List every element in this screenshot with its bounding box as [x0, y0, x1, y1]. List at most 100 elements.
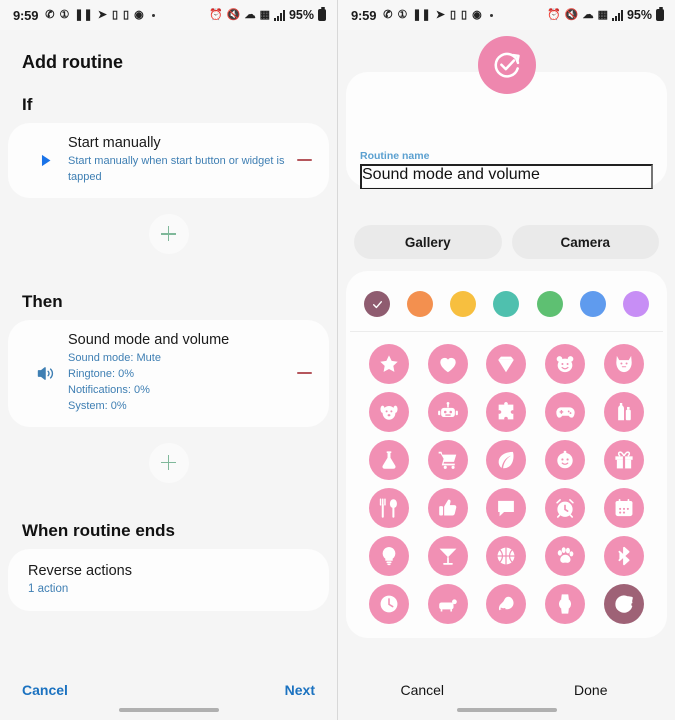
pause-icon: ❚❚ [412, 8, 431, 21]
circle-b-icon: ① [397, 8, 408, 21]
diamond-icon[interactable] [486, 344, 527, 384]
alarm-clock-icon[interactable] [545, 488, 586, 528]
then-action-title: Sound mode and volume [68, 331, 230, 348]
signal-icon [611, 9, 623, 21]
end-section-heading: When routine ends [22, 520, 175, 540]
reverse-actions-card[interactable]: Reverse actions 1 action [8, 548, 329, 612]
play-icon [22, 152, 68, 169]
battery-percent: 95% [626, 8, 652, 22]
leaf-icon[interactable] [486, 440, 527, 480]
color-swatch[interactable] [622, 291, 649, 317]
image-source-row: Gallery Camera [338, 209, 675, 271]
cancel-button[interactable]: Cancel [22, 682, 68, 698]
sofa-icon[interactable] [427, 584, 468, 624]
if-condition-title: Start manually [68, 135, 161, 151]
gallery-button[interactable]: Gallery [354, 225, 502, 259]
clock-play-icon: ◉ [472, 8, 482, 21]
add-action-button[interactable] [148, 442, 189, 483]
if-condition-subtitle: Start manually when start button or widg… [68, 155, 285, 183]
next-button[interactable]: Next [285, 682, 315, 698]
whatsapp-icon: ✆ [45, 8, 55, 21]
color-swatch-selected[interactable] [364, 291, 390, 317]
then-section-heading: Then [22, 291, 63, 311]
right-screen: 9:59 ✆ ① ❚❚ ➤ ▯ ▯ ◉ ⏰ 🔇 ☁ ▦ 95% Routine … [338, 0, 675, 720]
message-icon: ▯ [111, 8, 119, 21]
if-section-heading: If [22, 95, 33, 114]
routine-check-icon[interactable] [603, 584, 644, 624]
network-icon: ▦ [259, 8, 270, 21]
star-icon[interactable] [369, 344, 410, 384]
cutlery-icon[interactable] [369, 488, 410, 528]
message-icon: ▯ [123, 8, 130, 21]
then-action-detail: System: 0% [68, 399, 127, 412]
remove-action-button[interactable] [293, 362, 315, 384]
left-screen: 9:59 ✆ ① ❚❚ ➤ ▯ ▯ ◉ ⏰ 🔇 ☁ ▦ 95% Add rout… [0, 0, 338, 720]
telegram-icon: ➤ [435, 8, 445, 21]
home-indicator [118, 708, 219, 712]
shopping-cart-icon[interactable] [427, 440, 468, 480]
signal-icon [273, 9, 285, 21]
bear-icon[interactable] [545, 344, 586, 384]
paw-icon[interactable] [545, 536, 586, 576]
right-footer: Cancel Done [338, 682, 675, 698]
then-action-detail: Ringtone: 0% [68, 367, 135, 380]
status-time: 9:59 [351, 7, 377, 23]
color-swatch[interactable] [536, 291, 563, 317]
routine-check-icon[interactable] [477, 36, 536, 94]
thumbs-up-icon[interactable] [427, 488, 468, 528]
battery-percent: 95% [288, 8, 314, 22]
add-condition-button[interactable] [148, 213, 189, 254]
calendar-icon[interactable] [603, 488, 644, 528]
robot-icon[interactable] [427, 392, 468, 432]
color-swatch[interactable] [450, 291, 477, 317]
network-icon: ▦ [597, 8, 608, 21]
icon-picker-card [346, 271, 667, 638]
home-indicator [456, 708, 557, 712]
clock-icon[interactable] [369, 584, 410, 624]
done-button[interactable]: Done [507, 682, 675, 698]
pause-icon: ❚❚ [74, 8, 93, 21]
circle-b-icon: ① [59, 8, 70, 21]
lightbulb-icon[interactable] [369, 536, 410, 576]
color-swatch[interactable] [407, 291, 434, 317]
add-condition-row [0, 198, 337, 270]
dog-icon[interactable] [369, 392, 410, 432]
puzzle-icon[interactable] [486, 392, 527, 432]
wifi-icon: ☁ [244, 8, 256, 21]
remove-condition-button[interactable] [293, 149, 315, 171]
cancel-button[interactable]: Cancel [338, 682, 507, 698]
status-bar-left-icons: 9:59 ✆ ① ❚❚ ➤ ▯ ▯ ◉ [13, 8, 209, 23]
bluetooth-icon[interactable] [603, 536, 644, 576]
color-swatch[interactable] [493, 291, 520, 317]
status-bar-right-icons: ⏰ 🔇 ☁ ▦ 95% [209, 7, 326, 22]
if-condition-text: Start manually Start manually when start… [68, 135, 293, 186]
routine-name-input[interactable] [360, 164, 653, 189]
telegram-icon: ➤ [97, 8, 107, 21]
watch-icon[interactable] [545, 584, 586, 624]
then-action-card[interactable]: Sound mode and volume Sound mode: Mute R… [8, 319, 329, 427]
cocktail-icon[interactable] [427, 536, 468, 576]
cosmetics-icon[interactable] [603, 392, 644, 432]
basketball-icon[interactable] [486, 536, 527, 576]
if-condition-card[interactable]: Start manually Start manually when start… [8, 123, 329, 198]
gamepad-icon[interactable] [545, 392, 586, 432]
chat-bubble-icon[interactable] [486, 488, 527, 528]
mask-icon[interactable] [486, 584, 527, 624]
camera-button[interactable]: Camera [511, 225, 659, 259]
heart-icon[interactable] [427, 344, 468, 384]
then-action-detail: Sound mode: Mute [68, 351, 161, 364]
alarm-icon: ⏰ [547, 8, 561, 21]
status-bar-left-icons: 9:59 ✆ ① ❚❚ ➤ ▯ ▯ ◉ [351, 8, 547, 23]
routine-name-label: Routine name [360, 150, 430, 162]
dot-icon [151, 13, 155, 17]
status-bar-right: 9:59 ✆ ① ❚❚ ➤ ▯ ▯ ◉ ⏰ 🔇 ☁ ▦ 95% [338, 0, 675, 30]
message-icon: ▯ [449, 8, 457, 21]
reverse-actions-subtitle: 1 action [28, 582, 69, 595]
baby-icon[interactable] [545, 440, 586, 480]
whatsapp-icon: ✆ [383, 8, 393, 21]
gift-icon[interactable] [603, 440, 644, 480]
color-swatch[interactable] [579, 291, 606, 317]
clock-play-icon: ◉ [134, 8, 144, 21]
cat-icon[interactable] [603, 344, 644, 384]
flask-icon[interactable] [369, 440, 410, 480]
